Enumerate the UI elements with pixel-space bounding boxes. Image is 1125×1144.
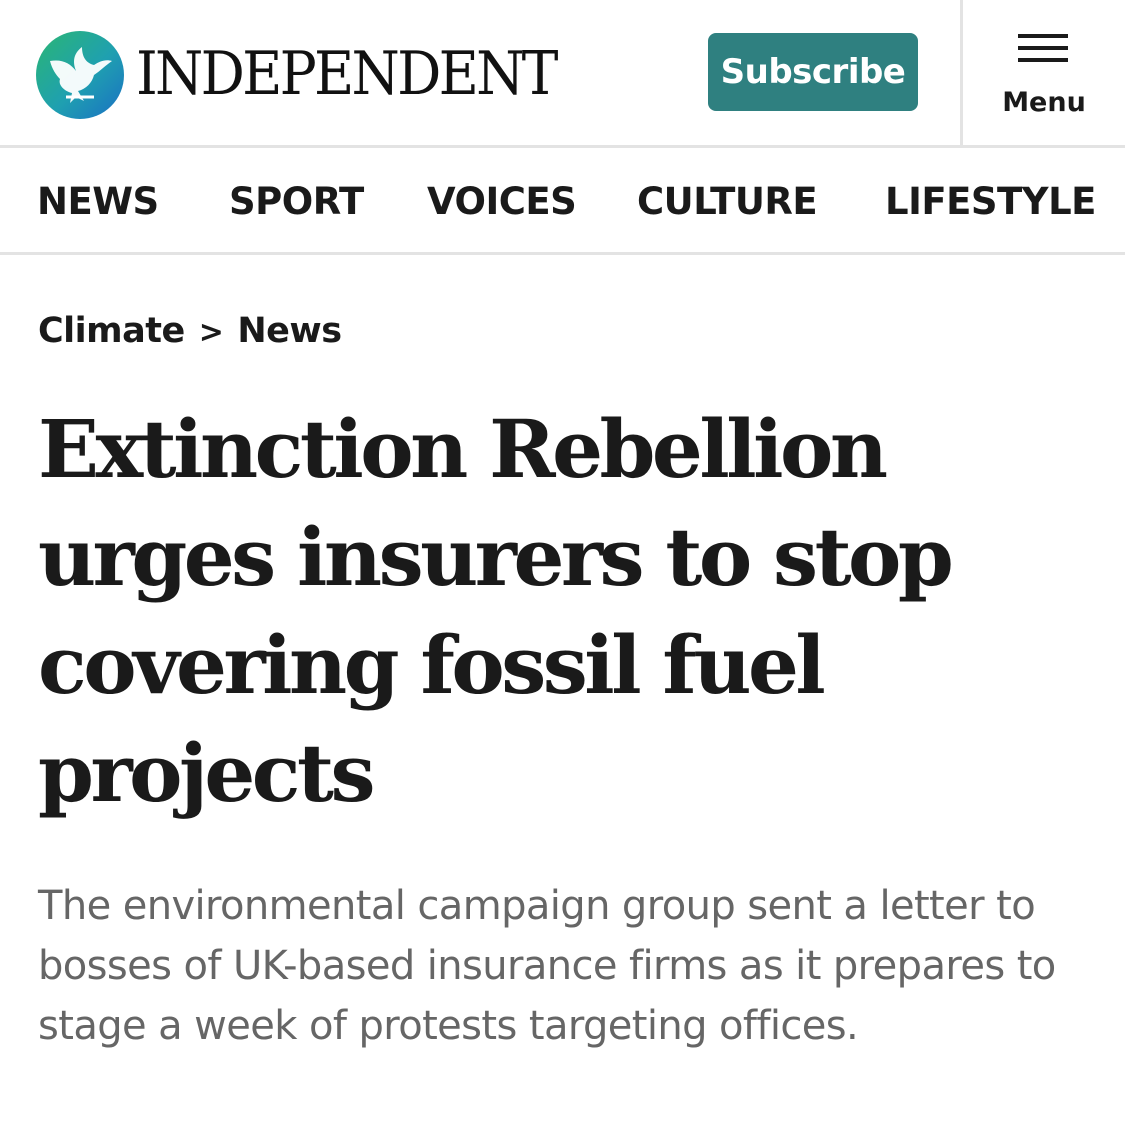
breadcrumb-climate[interactable]: Climate [38, 311, 185, 351]
nav-item-news[interactable]: NEWS [37, 178, 159, 226]
menu-label: Menu [1002, 87, 1086, 118]
eagle-logo-icon[interactable] [36, 31, 124, 119]
article-standfirst: The environmental campaign group sent a … [38, 883, 1056, 1049]
breadcrumb-news[interactable]: News [237, 311, 342, 351]
brand-wordmark[interactable]: INDEPENDENT [136, 38, 558, 110]
breadcrumb: Climate > News [38, 307, 342, 357]
masthead: INDEPENDENT Subscribe Menu [0, 0, 1125, 148]
nav-item-lifestyle[interactable]: LIFESTYLE [885, 178, 1096, 226]
nav-item-culture[interactable]: CULTURE [637, 178, 818, 226]
hamburger-icon [1018, 34, 1068, 62]
nav-item-voices[interactable]: VOICES [427, 178, 577, 226]
article-headline: Extinction Rebellion urges insurers to s… [38, 402, 954, 820]
nav-item-sport[interactable]: SPORT [229, 178, 364, 226]
section-nav: NEWS SPORT VOICES CULTURE LIFESTYLE [0, 148, 1125, 255]
menu-button[interactable]: Menu [963, 0, 1125, 146]
subscribe-button[interactable]: Subscribe [708, 33, 918, 111]
breadcrumb-separator: > [198, 315, 224, 350]
